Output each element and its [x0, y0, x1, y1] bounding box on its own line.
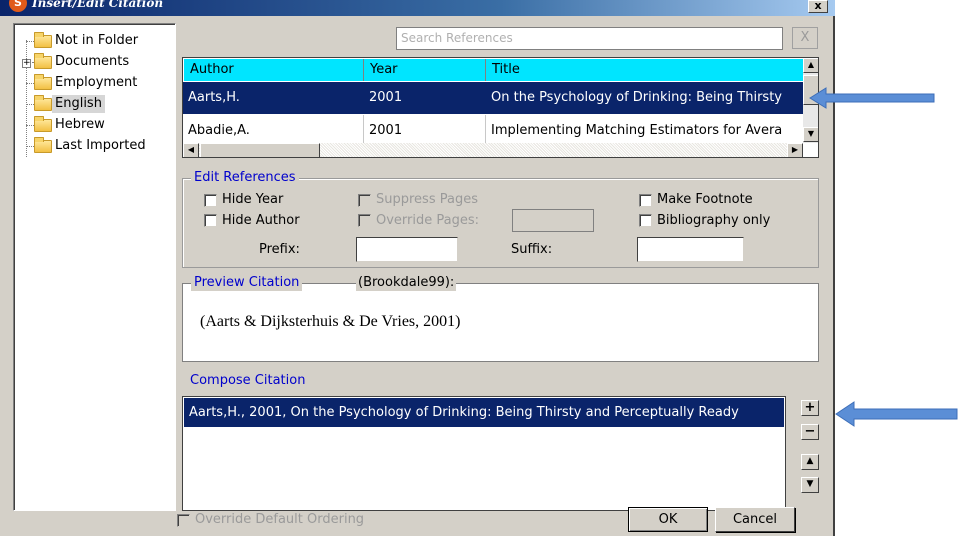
annotation-arrow-icon [835, 401, 958, 427]
scroll-down-icon[interactable]: ▼ [803, 127, 818, 142]
override-pages-checkbox[interactable] [358, 214, 371, 227]
compose-citation-legend: Compose Citation [187, 373, 309, 389]
make-footnote-label: Make Footnote [657, 192, 753, 207]
prefix-field[interactable] [356, 237, 458, 262]
folder-item-last-imported[interactable]: Last Imported [52, 137, 149, 155]
bibliography-only-label: Bibliography only [657, 213, 771, 228]
scroll-right-icon[interactable]: ▶ [787, 143, 803, 157]
move-down-button[interactable]: ▼ [801, 477, 819, 493]
search-input[interactable]: Search References [396, 27, 783, 50]
edit-references-legend: Edit References [191, 170, 299, 186]
suffix-field[interactable] [637, 237, 744, 262]
folder-item-employment[interactable]: Employment [52, 74, 140, 92]
close-button[interactable]: x [808, 0, 828, 13]
horizontal-scrollbar[interactable]: ◀ ▶ [183, 143, 803, 157]
folder-icon [34, 53, 52, 69]
folder-item-not-in-folder[interactable]: Not in Folder [52, 32, 141, 50]
folder-item-documents[interactable]: Documents [52, 53, 132, 71]
suppress-pages-label: Suppress Pages [376, 192, 478, 207]
tree-connector [26, 83, 34, 84]
open-folder-icon [34, 95, 52, 111]
hide-year-checkbox[interactable] [204, 194, 217, 207]
suffix-label: Suffix: [511, 242, 553, 257]
expand-icon[interactable]: + [22, 59, 31, 68]
override-pages-field[interactable] [512, 209, 594, 232]
prefix-label: Prefix: [259, 242, 300, 257]
hide-author-label: Hide Author [222, 213, 300, 228]
scroll-left-icon[interactable]: ◀ [183, 143, 199, 157]
cell-title: On the Psychology of Drinking: Being Thi… [491, 90, 782, 105]
title-bar: S Insert/Edit Citation x [0, 0, 835, 16]
folder-icon [34, 74, 52, 90]
folder-item-english[interactable]: English [52, 95, 105, 113]
tree-connector [26, 41, 34, 42]
preview-citation-legend: Preview Citation [191, 275, 303, 291]
add-citation-button[interactable]: + [801, 400, 819, 416]
folder-icon [34, 32, 52, 48]
scroll-thumb[interactable] [200, 143, 320, 157]
folder-item-hebrew[interactable]: Hebrew [52, 116, 108, 134]
folder-icon [34, 116, 52, 132]
tree-connector [26, 104, 34, 105]
column-header-title[interactable]: Title [486, 59, 804, 81]
window-title: Insert/Edit Citation [32, 0, 164, 10]
cell-author: Aarts,H. [183, 82, 364, 114]
bibliography-only-checkbox[interactable] [639, 214, 652, 227]
override-pages-label: Override Pages: [376, 213, 480, 228]
compose-citation-list[interactable]: Aarts,H., 2001, On the Psychology of Dri… [182, 396, 786, 511]
suppress-pages-checkbox[interactable] [358, 194, 371, 207]
list-item[interactable]: Aarts,H., 2001, On the Psychology of Dri… [184, 398, 784, 427]
ok-button[interactable]: OK [628, 507, 708, 532]
clear-search-button[interactable]: X [792, 27, 818, 49]
scroll-up-icon[interactable]: ▲ [803, 58, 818, 73]
annotation-arrow-shape [835, 401, 958, 427]
column-header-year[interactable]: Year [364, 59, 486, 81]
table-row[interactable]: Aarts,H. 2001 On the Psychology of Drink… [183, 82, 803, 114]
folder-tree[interactable]: Not in Folder + Documents Employment Eng… [13, 23, 176, 511]
override-default-ordering-label: Override Default Ordering [195, 512, 365, 527]
references-table[interactable]: Author Year Title Aarts,H. 2001 On the P… [182, 57, 819, 158]
app-logo-icon: S [9, 0, 27, 12]
insert-edit-citation-dialog: S Insert/Edit Citation x Not in Folder +… [0, 0, 835, 536]
move-up-button[interactable]: ▲ [801, 454, 819, 470]
tree-connector [26, 125, 34, 126]
cell-year: 2001 [364, 82, 486, 114]
annotation-arrow-shape [809, 87, 935, 109]
hide-author-checkbox[interactable] [204, 214, 217, 227]
annotation-arrow-icon [809, 87, 935, 109]
override-default-ordering-checkbox[interactable] [177, 514, 190, 527]
column-header-author[interactable]: Author [184, 59, 364, 81]
citation-style-label: (Brookdale99): [356, 275, 457, 291]
preview-citation-text: (Aarts & Dijksterhuis & De Vries, 2001) [200, 313, 461, 330]
remove-citation-button[interactable]: − [801, 424, 819, 440]
tree-connector [26, 146, 34, 147]
hide-year-label: Hide Year [222, 192, 284, 207]
folder-icon [34, 137, 52, 153]
make-footnote-checkbox[interactable] [639, 194, 652, 207]
cancel-button[interactable]: Cancel [715, 507, 795, 532]
